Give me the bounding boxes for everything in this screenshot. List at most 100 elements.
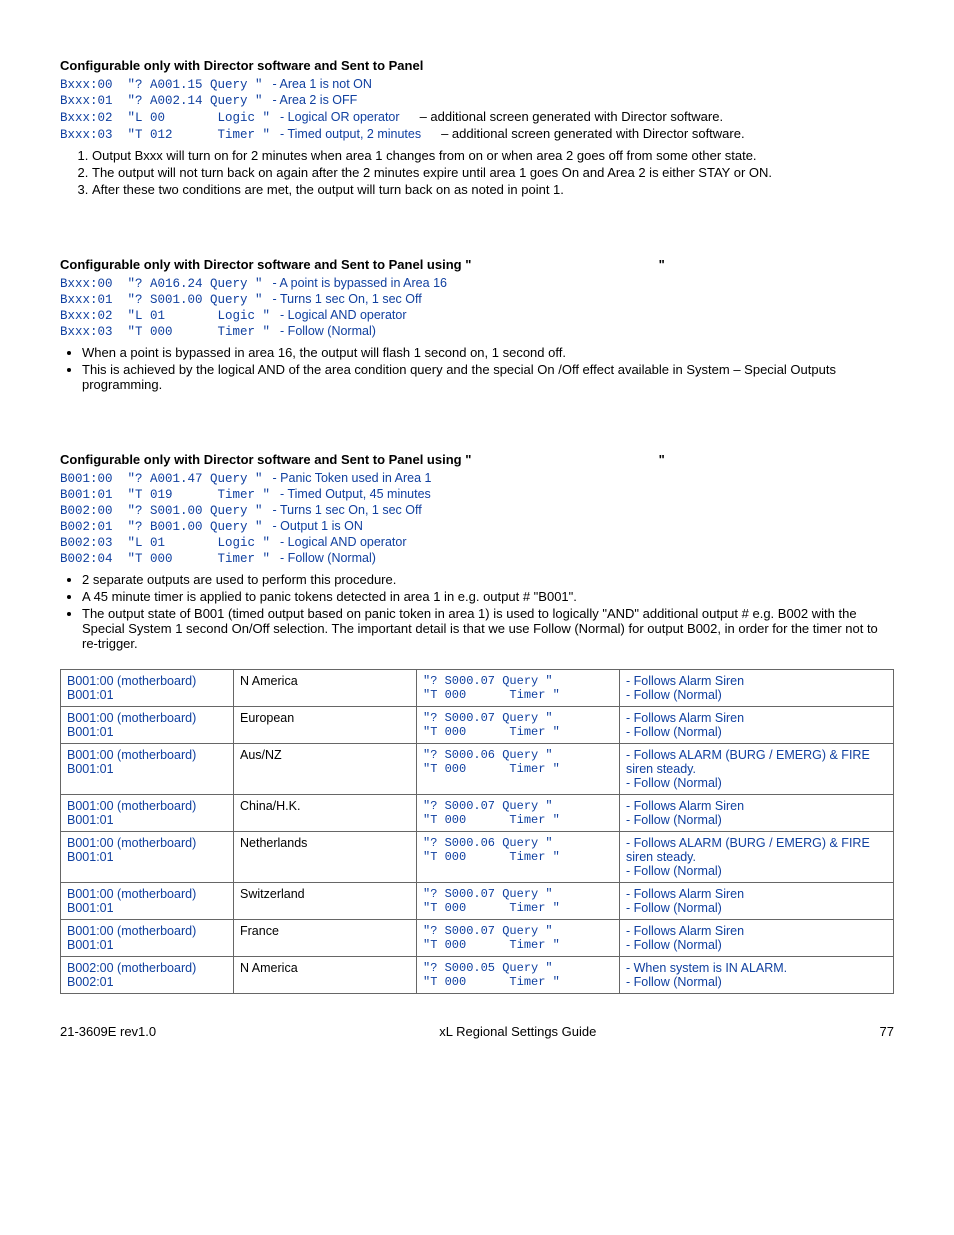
- cell-text: - Follow (Normal): [626, 975, 887, 989]
- cell-text: B001:00 (motherboard): [67, 887, 227, 901]
- code-row: Bxxx:00 "? A001.15 Query "- Area 1 is no…: [60, 77, 894, 92]
- heading-text: Configurable only with Director software…: [60, 452, 471, 467]
- section-heading: Configurable only with Director software…: [60, 257, 894, 272]
- footer-right: 77: [880, 1024, 894, 1039]
- cell-text: Switzerland: [234, 883, 417, 920]
- cell-code: "? S000.07 Query ": [423, 887, 613, 901]
- cell-text: - Follow (Normal): [626, 688, 887, 702]
- cell-code: "? S000.07 Query ": [423, 924, 613, 938]
- cell-text: B001:01: [67, 901, 227, 915]
- cell-text: B001:00 (motherboard): [67, 799, 227, 813]
- cell-text: - Follow (Normal): [626, 725, 887, 739]
- code-row: Bxxx:02 "L 00 Logic "- Logical OR operat…: [60, 109, 894, 125]
- code-text: B002:03 "L 01 Logic ": [60, 536, 270, 550]
- heading-text: Configurable only with Director software…: [60, 257, 471, 272]
- cell-text: - Follow (Normal): [626, 864, 887, 878]
- cell-text: B001:01: [67, 850, 227, 864]
- code-row: B002:00 "? S001.00 Query " - Turns 1 sec …: [60, 503, 894, 518]
- code-desc: - Turns 1 sec On, 1 sec Off: [273, 503, 422, 517]
- cell-text: Aus/NZ: [234, 744, 417, 795]
- cell-code: "T 000 Timer ": [423, 975, 613, 989]
- table-row: B001:00 (motherboard)B001:01Aus/NZ"? S00…: [61, 744, 894, 795]
- section-heading: Configurable only with Director software…: [60, 452, 894, 467]
- cell-text: B001:00 (motherboard): [67, 674, 227, 688]
- cell-code: "? S000.05 Query ": [423, 961, 613, 975]
- note-item: The output will not turn back on again a…: [92, 165, 894, 180]
- table-row: B001:00 (motherboard)B001:01 Netherlands "…: [61, 832, 894, 883]
- bullet-item: When a point is bypassed in area 16, the…: [82, 345, 894, 360]
- code-text: Bxxx:00 "? A016.24 Query ": [60, 277, 263, 291]
- code-text: Bxxx:03 "T 012 Timer ": [60, 128, 270, 142]
- code-desc: - Timed Output, 45 minutes: [280, 487, 431, 501]
- code-row: Bxxx:03 "T 000 Timer "- Follow (Normal): [60, 324, 894, 339]
- table-row: B001:00 (motherboard)B001:01 Switzerland "…: [61, 883, 894, 920]
- heading-text: ": [659, 257, 665, 272]
- code-desc: - Panic Token used in Area 1: [273, 471, 432, 485]
- code-desc: - Timed output, 2 minutes: [280, 127, 421, 141]
- code-text: B001:00 "? A001.47 Query ": [60, 472, 263, 486]
- code-row: Bxxx:01 "? A002.14 Query " - Area 2 is OF…: [60, 93, 894, 108]
- code-text: Bxxx:02 "L 01 Logic ": [60, 309, 270, 323]
- cell-text: - Follows Alarm Siren: [626, 924, 887, 938]
- code-text: Bxxx:03 "T 000 Timer ": [60, 325, 270, 339]
- cell-code: "? S000.06 Query ": [423, 836, 613, 850]
- code-desc: - Output 1 is ON: [273, 519, 363, 533]
- cell-text: B001:01: [67, 725, 227, 739]
- defaults-table: B001:00 (motherboard)B001:01N America"? …: [60, 669, 894, 994]
- table-row: B002:00 (motherboard)B002:01N America"? …: [61, 957, 894, 994]
- cell-code: "? S000.07 Query ": [423, 674, 613, 688]
- cell-code: "T 000 Timer ": [423, 901, 613, 915]
- cell-text: - Follows ALARM (BURG / EMERG) & FIRE: [626, 836, 887, 850]
- code-desc: - Follow (Normal): [280, 551, 376, 565]
- table-row: B001:00 (motherboard)B001:01France"? S00…: [61, 920, 894, 957]
- code-text: B002:01 "? B001.00 Query ": [60, 520, 263, 534]
- code-text: Bxxx:01 "? S001.00 Query ": [60, 293, 263, 307]
- code-row: Bxxx:01 "? S001.00 Query " - Turns 1 sec …: [60, 292, 894, 307]
- cell-text: - When system is IN ALARM.: [626, 961, 887, 975]
- code-desc: - Turns 1 sec On, 1 sec Off: [273, 292, 422, 306]
- code-row: B002:01 "? B001.00 Query " - Output 1 is …: [60, 519, 894, 534]
- code-row: B002:04 "T 000 Timer " - Follow (Normal): [60, 551, 894, 566]
- cell-text: France: [234, 920, 417, 957]
- cell-text: siren steady.: [626, 762, 887, 776]
- cell-code: "T 000 Timer ": [423, 762, 613, 776]
- cell-text: - Follow (Normal): [626, 938, 887, 952]
- cell-code: "? S000.07 Query ": [423, 799, 613, 813]
- cell-text: B001:01: [67, 938, 227, 952]
- cell-text: - Follows Alarm Siren: [626, 711, 887, 725]
- bullet-item: A 45 minute timer is applied to panic to…: [82, 589, 894, 604]
- code-row: Bxxx:03 "T 012 Timer " - Timed output, 2 …: [60, 126, 894, 142]
- bullet-item: This is achieved by the logical AND of t…: [82, 362, 894, 392]
- cell-code: "? S000.06 Query ": [423, 748, 613, 762]
- cell-text: - Follows Alarm Siren: [626, 887, 887, 901]
- code-block: B001:00 "? A001.47 Query " - Panic Token …: [60, 471, 894, 566]
- page-footer: 21-3609E rev1.0 xL Regional Settings Gui…: [60, 1024, 894, 1039]
- code-desc: - Area 2 is OFF: [273, 93, 358, 107]
- cell-code: "? S000.07 Query ": [423, 711, 613, 725]
- code-row: B002:03 "L 01 Logic " - Logical AND opera…: [60, 535, 894, 550]
- cell-text: B001:01: [67, 813, 227, 827]
- cell-code: "T 000 Timer ": [423, 688, 613, 702]
- cell-code: "T 000 Timer ": [423, 850, 613, 864]
- footer-left: 21-3609E rev1.0: [60, 1024, 156, 1039]
- code-text: B002:00 "? S001.00 Query ": [60, 504, 263, 518]
- code-row: B001:01 "T 019 Timer "- Timed Output, 45…: [60, 487, 894, 502]
- cell-text: B001:00 (motherboard): [67, 836, 227, 850]
- cell-text: - Follow (Normal): [626, 901, 887, 915]
- code-text: B002:04 "T 000 Timer ": [60, 552, 270, 566]
- code-row: B001:00 "? A001.47 Query " - Panic Token …: [60, 471, 894, 486]
- note-item: After these two conditions are met, the …: [92, 182, 894, 197]
- code-text: Bxxx:01 "? A002.14 Query ": [60, 94, 263, 108]
- code-row: Bxxx:02 "L 01 Logic " - Logical AND opera…: [60, 308, 894, 323]
- bullet-notes: 2 separate outputs are used to perform t…: [60, 572, 894, 651]
- cell-text: siren steady.: [626, 850, 887, 864]
- code-block: Bxxx:00 "? A016.24 Query "- A point is b…: [60, 276, 894, 339]
- cell-text: B001:01: [67, 688, 227, 702]
- cell-text: B002:01: [67, 975, 227, 989]
- code-desc: - Logical AND operator: [280, 308, 406, 322]
- bullet-item: 2 separate outputs are used to perform t…: [82, 572, 894, 587]
- cell-text: Netherlands: [234, 832, 417, 883]
- cell-text: B001:00 (motherboard): [67, 748, 227, 762]
- cell-text: B002:00 (motherboard): [67, 961, 227, 975]
- code-desc: - Logical AND operator: [280, 535, 406, 549]
